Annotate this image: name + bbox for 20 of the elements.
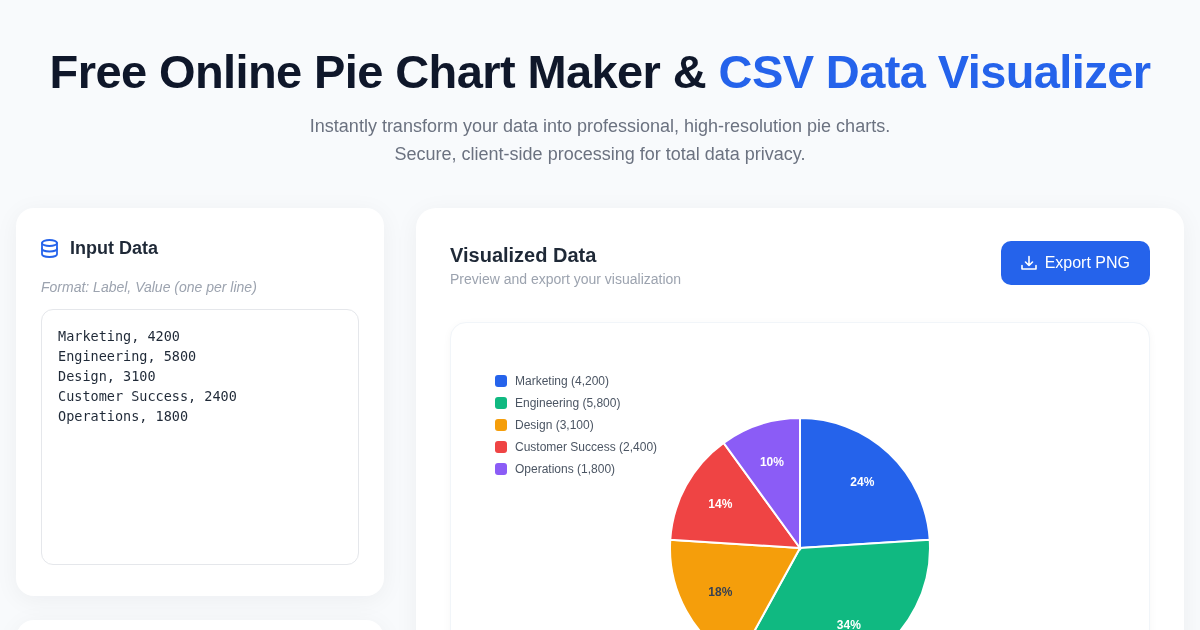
slice-percent-label: 14% xyxy=(708,497,733,512)
legend-label: Design (3,100) xyxy=(515,417,594,433)
format-hint: Format: Label, Value (one per line) xyxy=(41,278,258,297)
legend-label: Marketing (4,200) xyxy=(515,373,610,389)
page-subtitle: Instantly transform your data into professional, high-resolution pie charts. Secure, client-side processing for total data privacy. xyxy=(308,115,892,166)
database-icon xyxy=(41,238,58,258)
panel-title: Visualized Data xyxy=(450,243,598,268)
slice-percent-label: 24% xyxy=(850,474,875,489)
page-title: Free Online Pie Chart Maker & CSV Data Visualizer xyxy=(48,44,1152,100)
slice-percent-label: 18% xyxy=(708,584,733,599)
legend-label: Engineering (5,800) xyxy=(515,395,621,411)
download-icon xyxy=(1020,255,1037,271)
panel-title: Input Data xyxy=(70,237,158,260)
legend-label: Customer Success (2,400) xyxy=(515,439,658,455)
slice-percent-label: 34% xyxy=(836,617,861,630)
legend-label: Operations (1,800) xyxy=(515,461,616,477)
slice-percent-label: 10% xyxy=(759,454,784,469)
panel-subtitle: Preview and export your visualization xyxy=(450,270,682,289)
data-input-field[interactable]: Marketing, 4200 Engineering, 5800 Design, 3100 Customer Success, 2400 Operations, 1800 xyxy=(41,309,359,565)
export-button[interactable]: Export PNG xyxy=(1000,241,1150,285)
